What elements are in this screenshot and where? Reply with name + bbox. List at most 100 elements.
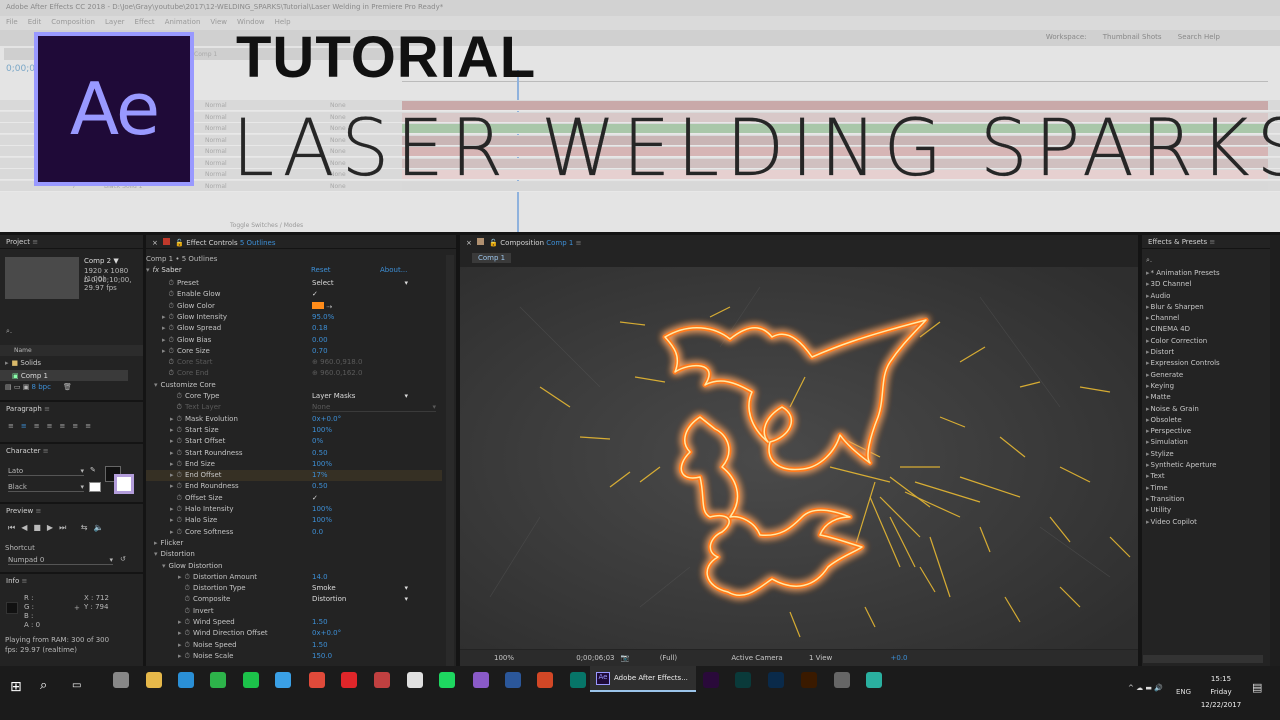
expand-icon[interactable]: ▸ — [178, 573, 182, 581]
layer-mode[interactable]: Normal — [205, 114, 227, 121]
composition-name[interactable]: Comp 1 — [546, 239, 573, 247]
stopwatch-icon[interactable]: ⏱ — [177, 528, 182, 536]
property-value[interactable]: 0% — [312, 437, 323, 445]
effects-category[interactable]: ▸Stylize — [1146, 450, 1264, 461]
layer-mode[interactable]: Normal — [205, 183, 227, 190]
comp-tab[interactable]: Comp 1 — [194, 51, 217, 58]
expand-icon[interactable]: ▸ — [1146, 416, 1150, 424]
property-value[interactable]: 100% — [312, 460, 332, 468]
expand-icon[interactable]: ▸ — [1146, 427, 1150, 435]
expand-icon[interactable]: ▸ — [1146, 303, 1150, 311]
expand-icon[interactable]: ▸ — [162, 336, 166, 344]
property-value[interactable]: 17% — [312, 471, 328, 479]
spotify-icon[interactable] — [439, 672, 455, 688]
notification-icon[interactable]: ▤ — [1252, 681, 1262, 694]
lock-icon[interactable]: 🔓 — [489, 239, 498, 247]
color-control[interactable]: ⇢ — [312, 301, 332, 311]
effects-category[interactable]: ▸Synthetic Aperture — [1146, 461, 1264, 472]
menu-item[interactable]: Edit — [28, 18, 42, 26]
effects-category[interactable]: ▸Obsolete — [1146, 416, 1264, 427]
close-icon[interactable]: × — [152, 239, 158, 247]
itunes-icon[interactable] — [407, 672, 423, 688]
expand-icon[interactable]: ▸ — [1146, 371, 1150, 379]
effect-property-row[interactable]: ▸ ⏱ Wind Speed 1.50 — [146, 617, 442, 628]
expand-icon[interactable]: ▸ — [162, 347, 166, 355]
comp-tab[interactable]: Comp 1 — [472, 253, 512, 263]
toggle-switches[interactable]: Toggle Switches / Modes — [230, 222, 303, 229]
property-value[interactable]: 1.50 — [312, 641, 328, 649]
line-icon[interactable] — [243, 672, 259, 688]
task-view-icon[interactable]: ▭ — [72, 680, 81, 691]
effects-category[interactable]: ▸Expression Controls — [1146, 359, 1264, 370]
property-value[interactable]: 1.50 — [312, 618, 328, 626]
powerpoint-icon[interactable] — [537, 672, 553, 688]
language-indicator[interactable]: ENG — [1176, 688, 1191, 696]
swap-colors-icon[interactable] — [89, 482, 101, 492]
expand-icon[interactable]: ▸ — [1146, 292, 1150, 300]
expand-icon[interactable]: ▸ — [178, 618, 182, 626]
stroke-color-swatch[interactable] — [114, 474, 134, 494]
stopwatch-icon[interactable]: ⏱ — [177, 392, 182, 400]
font-style-select[interactable]: Black ▾ — [8, 483, 84, 492]
effect-property-row[interactable]: ▸ ⏱ Glow Intensity 95.0% — [146, 312, 442, 323]
effect-property-row[interactable]: ▸ ⏱ Wind Direction Offset 0x+0.0° — [146, 628, 442, 639]
settings-icon[interactable] — [113, 672, 129, 688]
property-value[interactable]: 100% — [312, 516, 332, 524]
expand-icon[interactable]: ▸ — [1146, 438, 1150, 446]
stopwatch-icon[interactable]: ⏱ — [177, 516, 182, 524]
stopwatch-icon[interactable]: ⏱ — [177, 437, 182, 445]
menu-item[interactable]: View — [210, 18, 227, 26]
obs-icon[interactable] — [834, 672, 850, 688]
property-dropdown[interactable]: Select ▾ — [312, 279, 408, 287]
effect-property-row[interactable]: ▸⏱Offset Size✓ — [146, 493, 442, 504]
property-value[interactable]: 0.0 — [312, 528, 323, 536]
effects-category[interactable]: ▸Distort — [1146, 348, 1264, 359]
effect-property-row[interactable]: ▾ Customize Core — [146, 380, 442, 391]
property-value[interactable]: 0.50 — [312, 449, 328, 457]
menu-item[interactable]: Animation — [165, 18, 201, 26]
point-control[interactable]: ⊕ 960.0,162.0 — [312, 369, 362, 377]
expand-icon[interactable]: ▸ — [178, 629, 182, 637]
layer-mode[interactable]: Normal — [205, 102, 227, 109]
scrollbar[interactable] — [1143, 655, 1263, 663]
name-header[interactable]: Name — [14, 347, 32, 354]
stopwatch-icon[interactable]: ⏱ — [169, 313, 174, 321]
property-dropdown[interactable]: None ▾ — [312, 403, 436, 413]
reset-icon[interactable]: ↺ — [120, 555, 126, 563]
illustrator-icon[interactable] — [801, 672, 817, 688]
stopwatch-icon[interactable]: ⏱ — [185, 573, 190, 581]
effects-title[interactable]: Effects & Presets — [1148, 238, 1207, 246]
tray-icons[interactable]: ^ ☁ ▬ 🔊 — [1128, 684, 1163, 692]
panel-menu-icon[interactable]: ≡ — [576, 239, 582, 247]
effects-category[interactable]: ▸Color Correction — [1146, 337, 1264, 348]
clock[interactable]: 15:15 Friday 12/22/2017 — [1196, 673, 1246, 712]
composition-viewer[interactable] — [460, 267, 1138, 649]
hangouts-icon[interactable] — [210, 672, 226, 688]
composition-title[interactable]: Composition — [500, 239, 544, 247]
expand-icon[interactable]: ▸ — [1146, 472, 1150, 480]
stopwatch-icon[interactable]: ⏱ — [177, 449, 182, 457]
exposure-value[interactable]: +0.0 — [891, 654, 908, 662]
menu-item[interactable]: Composition — [51, 18, 95, 26]
menu-item[interactable]: Layer — [105, 18, 125, 26]
expand-icon[interactable]: ▸ — [1146, 325, 1150, 333]
effect-controls-layer[interactable]: 5 Outlines — [240, 239, 276, 247]
app-icon[interactable] — [866, 672, 882, 688]
effect-property-row[interactable]: ▸ ⏱ Noise Scale 150.0 — [146, 651, 442, 662]
expand-icon[interactable]: ▾ — [154, 381, 158, 389]
audition-icon[interactable] — [735, 672, 751, 688]
expand-icon[interactable]: ▸ — [178, 641, 182, 649]
shortcut-select[interactable]: Numpad 0 ▾ — [8, 556, 113, 565]
expand-icon[interactable]: ▸ — [154, 539, 158, 547]
expand-icon[interactable]: ▸ — [1146, 337, 1150, 345]
lock-icon[interactable]: 🔓 — [175, 239, 184, 247]
effect-property-row[interactable]: ▸⏱Core End⊕ 960.0,162.0 — [146, 368, 442, 379]
property-checkbox[interactable]: ✓ — [312, 494, 318, 502]
expand-icon[interactable]: ▸ — [1146, 314, 1150, 322]
effects-category[interactable]: ▸Utility — [1146, 506, 1264, 517]
sync-icon[interactable] — [275, 672, 291, 688]
stopwatch-icon[interactable]: ⏱ — [169, 279, 174, 287]
file-explorer-icon[interactable] — [146, 672, 162, 688]
folder-new-icon[interactable]: ▭ — [14, 383, 23, 391]
expand-icon[interactable]: ▸ — [178, 652, 182, 660]
